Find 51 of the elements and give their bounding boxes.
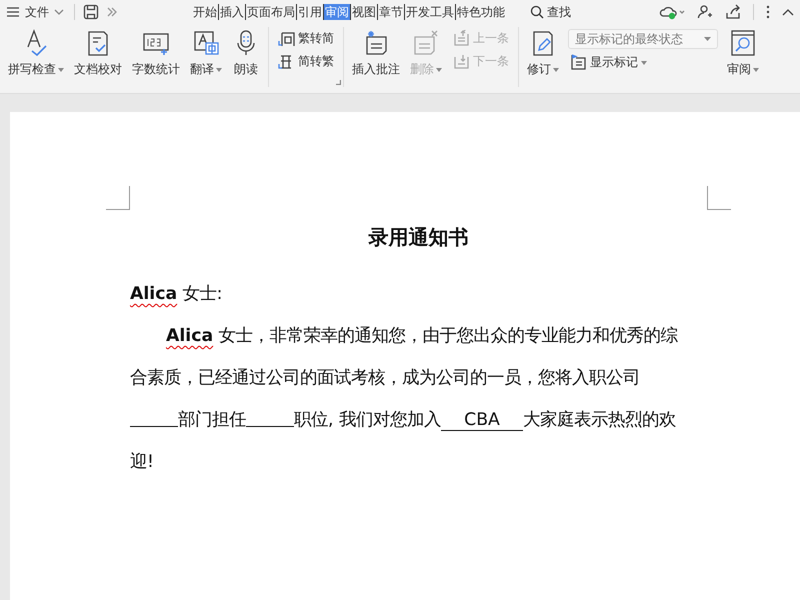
toolbar-small-button[interactable]: 繁转简 <box>276 29 336 48</box>
toolbar-button[interactable]: 文档校对 <box>69 27 127 80</box>
caret-down-icon <box>704 37 711 41</box>
toolbar-small-button[interactable]: 简转繁 <box>276 52 336 71</box>
review-pane-icon <box>729 29 757 57</box>
ribbon-tab[interactable]: 章节 <box>378 4 405 20</box>
more-icon[interactable] <box>766 5 770 19</box>
ribbon-tab[interactable]: 开发工具 <box>405 4 456 20</box>
toolbar-button[interactable]: 朗读 <box>227 27 265 80</box>
ribbon-tab[interactable]: 页面布局 <box>246 4 297 20</box>
document-title: 录用通知书 <box>367 224 470 251</box>
translate-icon <box>192 29 220 57</box>
add-user-icon[interactable] <box>697 4 713 20</box>
ribbon-tab[interactable]: 插入 <box>219 4 246 20</box>
toolbar-button[interactable]: 拼写检查 <box>3 27 69 80</box>
flag-list-icon <box>570 54 587 71</box>
ribbon-tab[interactable]: 开始 <box>192 4 219 20</box>
greeting-text: Alica 女士: <box>130 283 224 306</box>
search-button[interactable]: 查找 <box>524 2 577 22</box>
save-icon[interactable] <box>83 4 99 20</box>
caret-down-icon <box>58 68 64 72</box>
caret-down-icon <box>553 68 559 72</box>
toolbar-button[interactable]: 字数统计 <box>127 27 185 80</box>
toolbar-small-button[interactable]: 显示标记 <box>568 53 718 72</box>
toolbar-button[interactable]: 修订 <box>522 27 564 80</box>
menu-icon <box>6 6 20 18</box>
caret-down-icon <box>753 68 759 72</box>
caret-down-icon <box>641 60 647 64</box>
body-paragraph: Alica 女士，非常荣幸的通知您，由于您出众的专业能力和优秀的综合素质，已经通过公司的面试考核，成为公司的一员，您将入职公司 部门担任 职位, 我们对您加入 CBA 大家庭表示热烈的欢迎! <box>130 325 679 474</box>
ribbon-tab[interactable]: 特色功能 <box>456 4 506 20</box>
previous-comment-icon <box>453 30 470 47</box>
markup-dropdown[interactable]: 显示标记的最终状态 <box>568 29 718 49</box>
next-comment-icon <box>453 53 470 70</box>
toolbar-button[interactable]: 翻译 <box>185 27 227 80</box>
toolbar-button[interactable]: 审阅 <box>722 27 764 80</box>
cloud-sync-icon[interactable] <box>659 4 685 20</box>
caret-down-icon <box>216 68 222 72</box>
dialog-launcher-icon[interactable] <box>336 80 341 85</box>
corner-mark-icon <box>707 186 731 210</box>
double-chevron-icon[interactable] <box>107 7 117 17</box>
ribbon-tab[interactable]: 审阅 <box>324 4 351 20</box>
toolbar-button[interactable]: 插入批注 <box>347 27 405 80</box>
search-icon <box>530 5 544 19</box>
ribbon-tab[interactable]: 视图 <box>351 4 378 20</box>
file-menu-button[interactable]: 文件 <box>4 4 66 20</box>
share-icon[interactable] <box>725 4 741 20</box>
corner-mark-icon <box>106 186 130 210</box>
comment-delete-icon <box>412 29 440 57</box>
chevron-down-icon <box>54 9 64 15</box>
caret-down-icon <box>436 68 442 72</box>
chevron-up-icon[interactable] <box>782 8 794 16</box>
